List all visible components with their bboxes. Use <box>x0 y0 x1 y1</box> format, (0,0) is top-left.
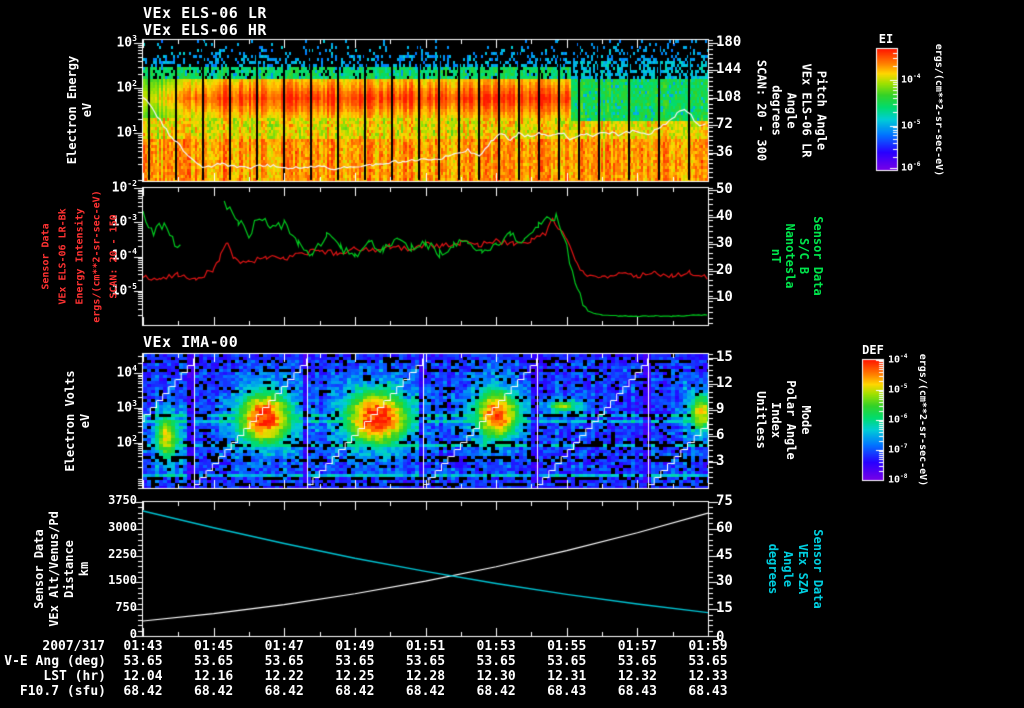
table-cell: 53.65 <box>617 654 657 669</box>
table-cell: 12.32 <box>617 669 657 684</box>
panel4-right-label-line: Angle <box>781 550 795 588</box>
table-cell: 68.42 <box>405 684 446 699</box>
table-cell: 12.31 <box>547 669 587 684</box>
table-cell: 12.22 <box>264 669 304 684</box>
colorbar2-tick: 10-8 <box>888 473 908 486</box>
colorbar1-tick: 10-4 <box>901 73 921 86</box>
table-cell: 68.42 <box>194 684 234 699</box>
panel4-left-tick: 1500 <box>108 573 137 587</box>
time-label: 01:59 <box>688 639 728 654</box>
colorbar1-units: ergs/(cm**2-sr-sec-eV) <box>932 10 944 210</box>
panel1-right-label-line: SCAN: 20 - 300 <box>754 59 769 161</box>
panel1-right-tick: 180 <box>716 34 742 50</box>
table-cell: 53.65 <box>547 654 587 669</box>
panel3-right-tick: 6 <box>716 427 725 443</box>
table-cell: 12.33 <box>688 669 728 684</box>
panel3-right-tick: 9 <box>716 401 725 417</box>
table-cell: 12.16 <box>194 669 234 684</box>
panel3-left-tick: 102 <box>116 434 137 451</box>
time-label: 01:45 <box>194 639 234 654</box>
panel2-left-label-line: Sensor Data <box>40 222 52 290</box>
colorbar1-label: EI <box>878 32 894 46</box>
colorbar2-label: DEF <box>862 343 884 357</box>
time-label: 01:53 <box>476 639 516 654</box>
colorbar2-tick: 10-4 <box>888 353 908 366</box>
table-cell: 53.65 <box>264 654 304 669</box>
panel3-right-tick: 3 <box>716 453 725 469</box>
panel4-right-label: Sensor Data VEx SZA Angle degrees <box>765 469 825 669</box>
panel4-right-label-line: degrees <box>766 543 780 595</box>
panel1-title-line2: VEx ELS-06 HR <box>143 21 267 39</box>
time-label: 01:49 <box>335 639 375 654</box>
panel3-title: VEx IMA-00 <box>143 333 239 351</box>
colorbar2-units: ergs/(cm**2-sr-sec-eV) <box>916 320 928 520</box>
time-label: 01:55 <box>547 639 587 654</box>
panel1-right-tick: 144 <box>716 61 742 77</box>
table-cell: 68.43 <box>547 684 587 699</box>
table-row-label: LST (hr) <box>43 669 106 684</box>
panel3-left-tick: 104 <box>116 364 137 381</box>
date-label: 2007/317 <box>42 639 105 654</box>
panel4-right-label-line: Sensor Data <box>811 529 825 609</box>
table-cell: 53.65 <box>123 654 163 669</box>
table-cell: 53.65 <box>405 654 446 669</box>
colorbar2-tick: 10-6 <box>888 413 908 426</box>
panel4-right-tick: 75 <box>716 493 733 509</box>
colorbar1-tick: 10-6 <box>901 161 921 174</box>
panel1-left-tick: 101 <box>116 124 137 141</box>
time-label: 01:47 <box>264 639 304 654</box>
panel2-right-label-line: Sensor Data <box>811 216 825 296</box>
colorbar2-units-text: ergs/(cm**2-sr-sec-eV) <box>917 353 928 487</box>
table-cell: 12.28 <box>405 669 446 684</box>
panel1-title-line1: VEx ELS-06 LR <box>143 4 267 22</box>
vex-cl-multi-panel-plot: VEx ELS-06 LR VEx ELS-06 HR VEx IMA-00 1… <box>0 0 1024 708</box>
colorbar2-tick: 10-7 <box>888 443 908 456</box>
panel2-right-tick: 30 <box>716 235 733 251</box>
panel1-left-tick: 102 <box>116 79 137 96</box>
panel1-right-tick: 36 <box>716 144 733 160</box>
time-label: 01:57 <box>617 639 657 654</box>
panel4-right-tick: 15 <box>716 600 733 616</box>
table-cell: 12.25 <box>335 669 375 684</box>
table-row-label: F10.7 (sfu) <box>19 684 106 699</box>
colorbar1-tick: 10-5 <box>901 119 921 132</box>
panel4-left-tick: 2250 <box>108 547 137 561</box>
panel4-right-label-line: VEx SZA <box>796 543 810 595</box>
table-cell: 68.42 <box>335 684 375 699</box>
panel3-right-tick: 12 <box>716 375 733 391</box>
panel4-left-tick: 3750 <box>108 493 137 507</box>
panel3-right-tick: 15 <box>716 349 733 365</box>
table-cell: 68.42 <box>476 684 516 699</box>
panel1-left-tick: 103 <box>116 34 137 51</box>
panel2-right-tick: 40 <box>716 208 733 224</box>
panel2-right-tick: 20 <box>716 262 733 278</box>
table-row-label: V-E Ang (deg) <box>4 654 106 669</box>
panel3-left-tick: 103 <box>116 399 137 416</box>
panel2-left-label-line: SCAN: 20 - 150 <box>108 213 120 299</box>
table-cell: 12.30 <box>476 669 516 684</box>
panel2-right-tick: 10 <box>716 289 733 305</box>
table-cell: 68.43 <box>617 684 657 699</box>
time-label: 01:51 <box>405 639 446 654</box>
panel4-right-tick: 45 <box>716 547 733 563</box>
table-cell: 53.65 <box>476 654 516 669</box>
table-cell: 12.04 <box>123 669 163 684</box>
panel1-right-tick: 72 <box>716 116 733 132</box>
panel4-right-tick: 60 <box>716 520 733 536</box>
table-cell: 53.65 <box>688 654 728 669</box>
table-cell: 68.43 <box>688 684 728 699</box>
colorbar1-units-text: ergs/(cm**2-sr-sec-eV) <box>933 43 944 177</box>
table-cell: 53.65 <box>194 654 234 669</box>
colorbar2-tick: 10-5 <box>888 383 908 396</box>
panel4-right-tick: 30 <box>716 573 733 589</box>
panel4-left-tick: 3000 <box>108 520 137 534</box>
table-cell: 68.42 <box>123 684 163 699</box>
panel4-left-tick: 750 <box>115 600 137 614</box>
panel1-right-tick: 108 <box>716 89 742 105</box>
table-cell: 53.65 <box>335 654 375 669</box>
time-label: 01:43 <box>123 639 163 654</box>
table-cell: 68.42 <box>264 684 304 699</box>
panel2-right-tick: 50 <box>716 181 733 197</box>
